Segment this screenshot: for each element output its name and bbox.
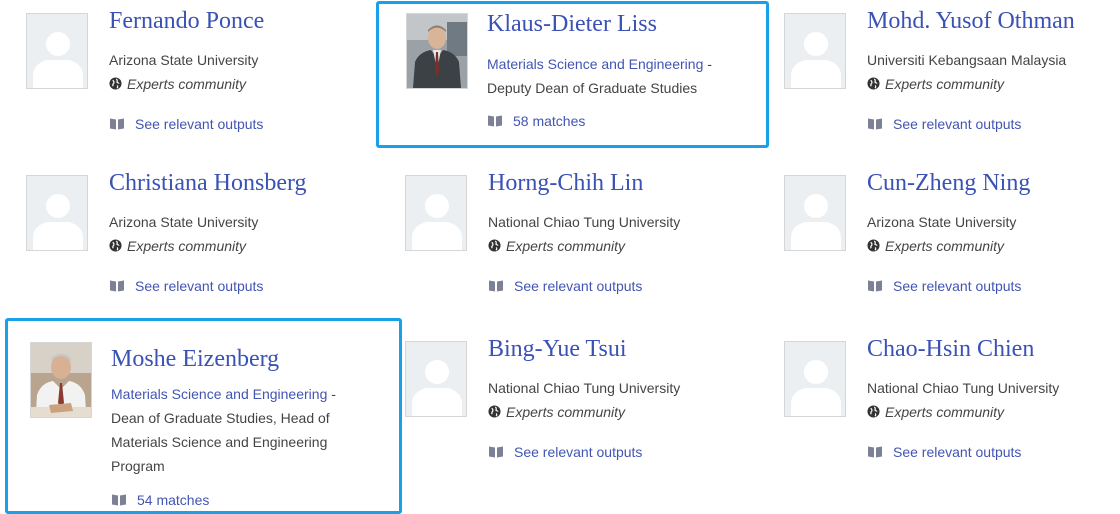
expert-name[interactable]: Cun-Zheng Ning <box>867 168 1030 198</box>
see-outputs-link[interactable]: See relevant outputs <box>488 277 642 295</box>
outputs-label: See relevant outputs <box>514 444 643 460</box>
globe-icon <box>867 405 880 418</box>
book-icon <box>489 446 503 458</box>
book-icon <box>112 494 126 506</box>
outputs-label: See relevant outputs <box>514 278 643 294</box>
avatar-placeholder-icon <box>405 175 467 251</box>
expert-community: Experts community <box>109 237 246 255</box>
expert-photo <box>30 342 92 418</box>
see-outputs-link[interactable]: See relevant outputs <box>109 115 263 133</box>
expert-card: Mohd. Yusof Othman Universiti Kebangsaan… <box>784 8 1120 143</box>
expert-name[interactable]: Bing-Yue Tsui <box>488 334 627 364</box>
globe-icon <box>488 405 501 418</box>
outputs-label: See relevant outputs <box>135 278 264 294</box>
expert-affiliation: National Chiao Tung University <box>867 380 1060 396</box>
expert-name[interactable]: Moshe Eizenberg <box>111 344 279 374</box>
expert-community: Experts community <box>867 403 1004 421</box>
expert-community: Experts community <box>488 403 625 421</box>
expert-card-highlighted: Klaus-Dieter Liss Materials Science and … <box>376 1 769 148</box>
outputs-label: See relevant outputs <box>893 444 1022 460</box>
book-icon <box>110 118 124 130</box>
expert-card: Christiana Honsberg Arizona State Univer… <box>26 170 366 305</box>
expert-card-highlighted: Moshe Eizenberg Materials Science and En… <box>5 318 402 514</box>
community-label: Experts community <box>127 76 247 92</box>
globe-icon <box>109 77 122 90</box>
book-icon <box>488 115 502 127</box>
avatar-placeholder-icon <box>26 13 88 89</box>
book-icon <box>489 280 503 292</box>
expert-name[interactable]: Mohd. Yusof Othman <box>867 6 1075 36</box>
see-outputs-link[interactable]: See relevant outputs <box>109 277 263 295</box>
globe-icon <box>867 239 880 252</box>
matches-label: 54 matches <box>137 492 210 508</box>
expert-card: Chao-Hsin Chien National Chiao Tung Univ… <box>784 336 1120 471</box>
see-outputs-link[interactable]: See relevant outputs <box>488 443 642 461</box>
expert-card: Bing-Yue Tsui National Chiao Tung Univer… <box>405 336 765 471</box>
expert-name[interactable]: Horng-Chih Lin <box>488 168 643 198</box>
expert-card: Cun-Zheng Ning Arizona State University … <box>784 170 1120 305</box>
community-label: Experts community <box>885 404 1005 420</box>
role-separator: - <box>327 386 336 402</box>
avatar-placeholder-icon <box>784 13 846 89</box>
see-outputs-link[interactable]: See relevant outputs <box>867 115 1021 133</box>
book-icon <box>868 446 882 458</box>
expert-position: Materials Science and Engineering - Dean… <box>111 382 381 478</box>
expert-affiliation: National Chiao Tung University <box>488 380 681 396</box>
community-label: Experts community <box>127 238 247 254</box>
expert-role: Dean of Graduate Studies, Head of Materi… <box>111 410 330 474</box>
expert-name[interactable]: Christiana Honsberg <box>109 168 307 198</box>
expert-affiliation: Arizona State University <box>867 214 1017 230</box>
expert-community: Experts community <box>109 75 246 93</box>
role-separator: - <box>703 56 712 72</box>
expert-position: Materials Science and Engineering - Depu… <box>487 52 767 100</box>
book-icon <box>110 280 124 292</box>
book-icon <box>868 280 882 292</box>
expert-affiliation: Arizona State University <box>109 214 259 230</box>
book-icon <box>868 118 882 130</box>
department-link[interactable]: Materials Science and Engineering <box>111 386 327 402</box>
expert-card: Fernando Ponce Arizona State University … <box>26 8 366 143</box>
community-label: Experts community <box>506 238 626 254</box>
see-outputs-link[interactable]: See relevant outputs <box>867 443 1021 461</box>
see-outputs-link[interactable]: See relevant outputs <box>867 277 1021 295</box>
matches-label: 58 matches <box>513 113 586 129</box>
expert-name[interactable]: Chao-Hsin Chien <box>867 334 1034 364</box>
globe-icon <box>488 239 501 252</box>
expert-card: Horng-Chih Lin National Chiao Tung Unive… <box>405 170 765 305</box>
community-label: Experts community <box>506 404 626 420</box>
matches-link[interactable]: 54 matches <box>111 491 209 509</box>
expert-community: Experts community <box>867 237 1004 255</box>
outputs-label: See relevant outputs <box>135 116 264 132</box>
department-link[interactable]: Materials Science and Engineering <box>487 56 703 72</box>
expert-name[interactable]: Fernando Ponce <box>109 6 264 36</box>
outputs-label: See relevant outputs <box>893 278 1022 294</box>
globe-icon <box>867 77 880 90</box>
matches-link[interactable]: 58 matches <box>487 112 585 130</box>
expert-role: Deputy Dean of Graduate Studies <box>487 80 698 96</box>
expert-affiliation: Universiti Kebangsaan Malaysia <box>867 52 1067 68</box>
expert-community: Experts community <box>867 75 1004 93</box>
expert-name[interactable]: Klaus-Dieter Liss <box>487 9 657 39</box>
expert-community: Experts community <box>488 237 625 255</box>
expert-photo <box>406 13 468 89</box>
avatar-placeholder-icon <box>784 175 846 251</box>
community-label: Experts community <box>885 76 1005 92</box>
expert-affiliation: Arizona State University <box>109 52 259 68</box>
outputs-label: See relevant outputs <box>893 116 1022 132</box>
community-label: Experts community <box>885 238 1005 254</box>
avatar-placeholder-icon <box>784 341 846 417</box>
expert-affiliation: National Chiao Tung University <box>488 214 681 230</box>
avatar-placeholder-icon <box>26 175 88 251</box>
avatar-placeholder-icon <box>405 341 467 417</box>
globe-icon <box>109 239 122 252</box>
